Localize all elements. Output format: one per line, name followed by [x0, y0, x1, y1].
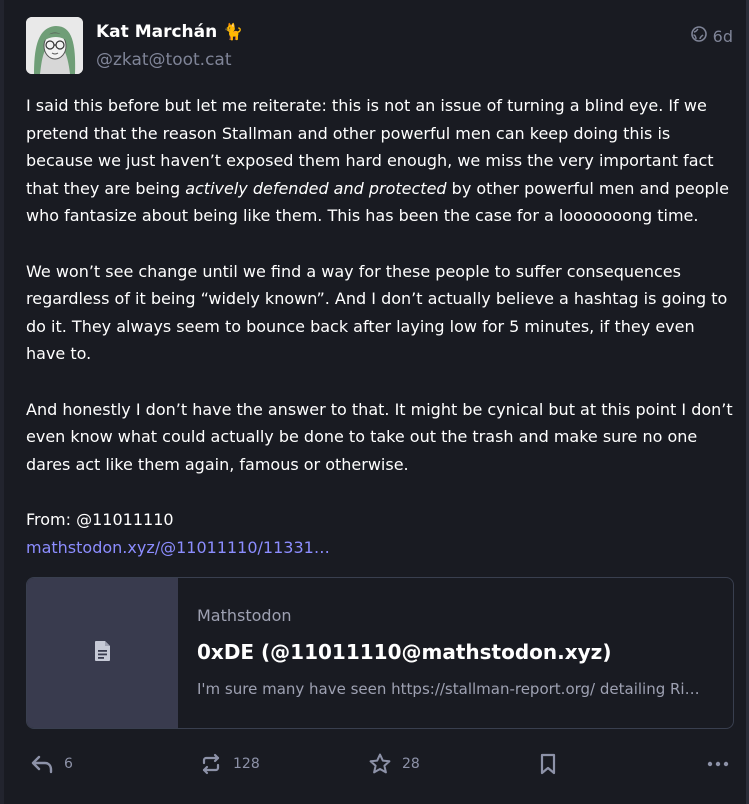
boost-count: 128 [233, 756, 260, 772]
card-thumbnail [27, 578, 178, 728]
boost-icon [199, 752, 223, 776]
avatar[interactable] [26, 17, 83, 74]
boost-button[interactable]: 128 [199, 744, 260, 784]
paragraph-3: And honestly I don’t have the answer to … [26, 399, 733, 474]
source-link[interactable]: mathstodon.xyz/@11011110/11331… [26, 538, 330, 557]
globe-icon [690, 26, 707, 46]
favourite-count: 28 [402, 756, 420, 772]
emphasis-text: actively defended and protected [185, 178, 447, 198]
bookmark-icon [538, 752, 558, 776]
action-bar: 6 128 28 [0, 744, 749, 784]
post-meta[interactable]: 6d [690, 26, 733, 46]
star-icon [368, 752, 392, 776]
paragraph-1: I said this before but let me reiterate:… [26, 96, 729, 226]
document-icon [94, 640, 112, 666]
more-icon [706, 752, 730, 776]
link-preview-card[interactable]: Mathstodon 0xDE (@11011110@mathstodon.xy… [26, 577, 734, 729]
author-display-name[interactable]: Kat Marchán 🐈 [96, 22, 243, 42]
bookmark-button[interactable] [538, 744, 558, 784]
card-provider: Mathstodon [197, 606, 292, 625]
author-handle[interactable]: @zkat@toot.cat [96, 50, 232, 70]
cat-emoji: 🐈 [223, 22, 244, 41]
reply-icon [30, 753, 54, 775]
paragraph-4: From: @11011110 mathstodon.xyz/@11011110… [26, 506, 736, 561]
reply-button[interactable]: 6 [30, 744, 73, 784]
paragraph-2: We won’t see change until we find a way … [26, 261, 728, 364]
favourite-button[interactable]: 28 [368, 744, 420, 784]
card-title[interactable]: 0xDE (@11011110@mathstodon.xyz) [197, 640, 611, 664]
post-content: I said this before but let me reiterate:… [26, 92, 736, 561]
avatar-illustration [26, 17, 83, 74]
card-description: I'm sure many have seen https://stallman… [197, 680, 700, 698]
from-label: From: @11011110 [26, 509, 174, 529]
post-timestamp[interactable]: 6d [713, 27, 733, 46]
reply-count: 6 [64, 756, 73, 772]
column-left-edge [0, 0, 4, 804]
more-options-button[interactable] [706, 744, 730, 784]
